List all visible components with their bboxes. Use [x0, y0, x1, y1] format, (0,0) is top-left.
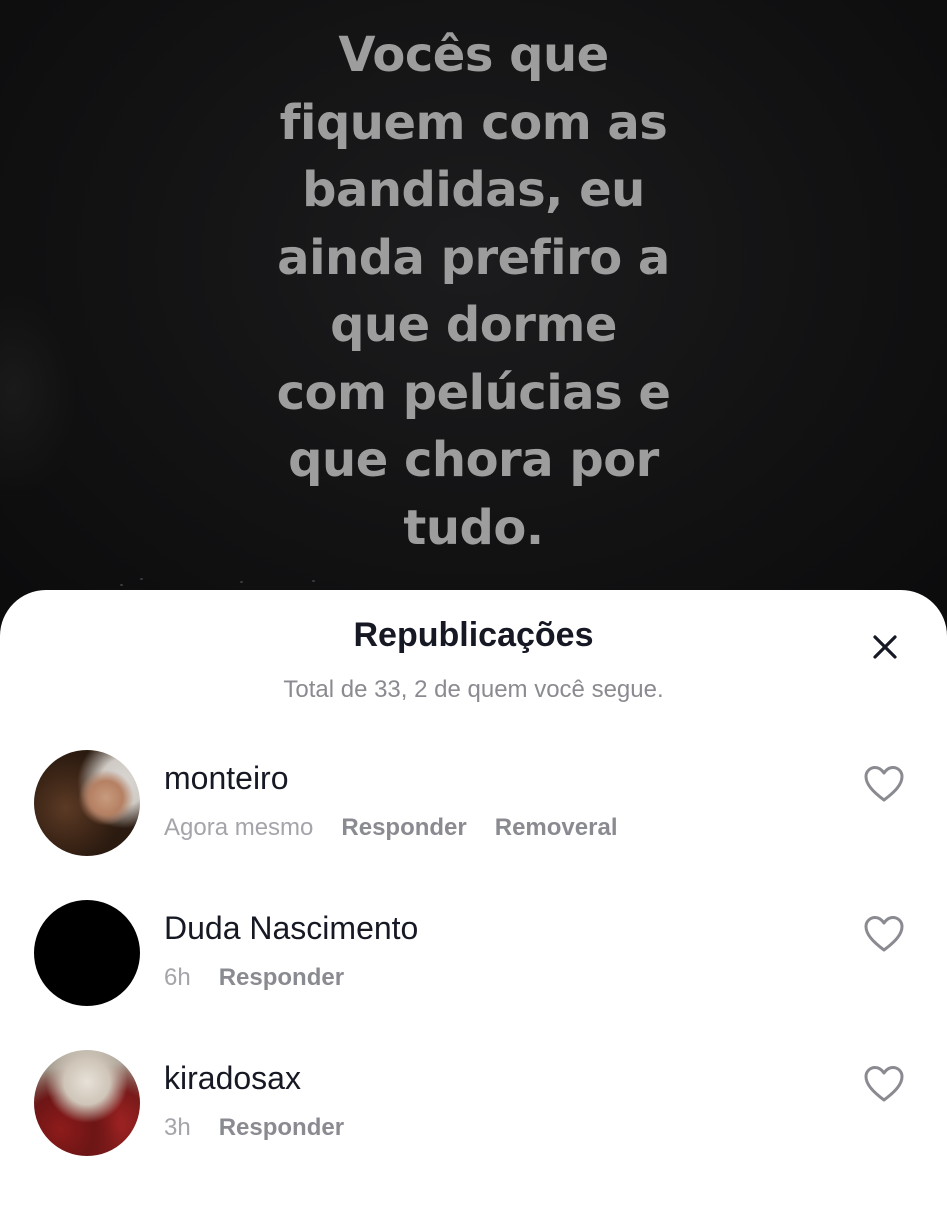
timestamp: Agora mesmo: [164, 814, 314, 841]
caption-line: que chora por: [288, 432, 659, 488]
heart-outline-icon: [864, 1066, 904, 1102]
repost-meta: 3h Responder: [164, 1114, 372, 1142]
username[interactable]: kiradosax: [164, 1060, 301, 1097]
reply-button[interactable]: Responder: [219, 1114, 344, 1142]
avatar[interactable]: [34, 900, 140, 1006]
avatar[interactable]: [34, 1050, 140, 1156]
heart-outline-icon: [864, 916, 904, 952]
caption-line: Vocês que: [338, 27, 609, 83]
reply-button[interactable]: Responder: [219, 964, 344, 992]
username[interactable]: monteiro: [164, 760, 289, 797]
close-button[interactable]: [866, 628, 904, 666]
timestamp: 3h: [164, 1114, 191, 1141]
video-background: Vocês que fiquem com as bandidas, eu ain…: [0, 0, 947, 640]
caption-line: ainda prefiro a: [277, 229, 670, 286]
caption-line: com pelúcias e: [276, 364, 671, 421]
repost-row: Duda Nascimento 6h Responder: [0, 900, 947, 1010]
sheet-title: Republicações: [353, 616, 594, 654]
repost-row: kiradosax 3h Responder: [0, 1050, 947, 1160]
timestamp: 6h: [164, 964, 191, 991]
heart-outline-icon: [864, 766, 904, 802]
reply-button[interactable]: Responder: [341, 814, 466, 842]
username[interactable]: Duda Nascimento: [164, 910, 418, 947]
avatar[interactable]: [34, 750, 140, 856]
remove-button[interactable]: Removeral: [495, 814, 618, 842]
repost-row: monteiro Agora mesmo Responder Removeral: [0, 750, 947, 860]
caption-line: bandidas, eu: [302, 162, 645, 218]
like-button[interactable]: [862, 1064, 906, 1104]
like-button[interactable]: [862, 914, 906, 954]
like-button[interactable]: [862, 764, 906, 804]
city-lights: [0, 572, 947, 592]
caption-line: tudo.: [403, 499, 544, 556]
repost-summary: Total de 33, 2 de quem você segue.: [283, 676, 664, 703]
caption-line: fiquem com as: [279, 94, 668, 151]
repost-meta: Agora mesmo Responder Removeral: [164, 814, 645, 842]
reposts-sheet: Republicações Total de 33, 2 de quem voc…: [0, 590, 947, 1210]
close-icon: [873, 635, 897, 659]
video-caption: Vocês que fiquem com as bandidas, eu ain…: [0, 22, 947, 562]
caption-line: que dorme: [330, 297, 617, 353]
repost-meta: 6h Responder: [164, 964, 372, 992]
